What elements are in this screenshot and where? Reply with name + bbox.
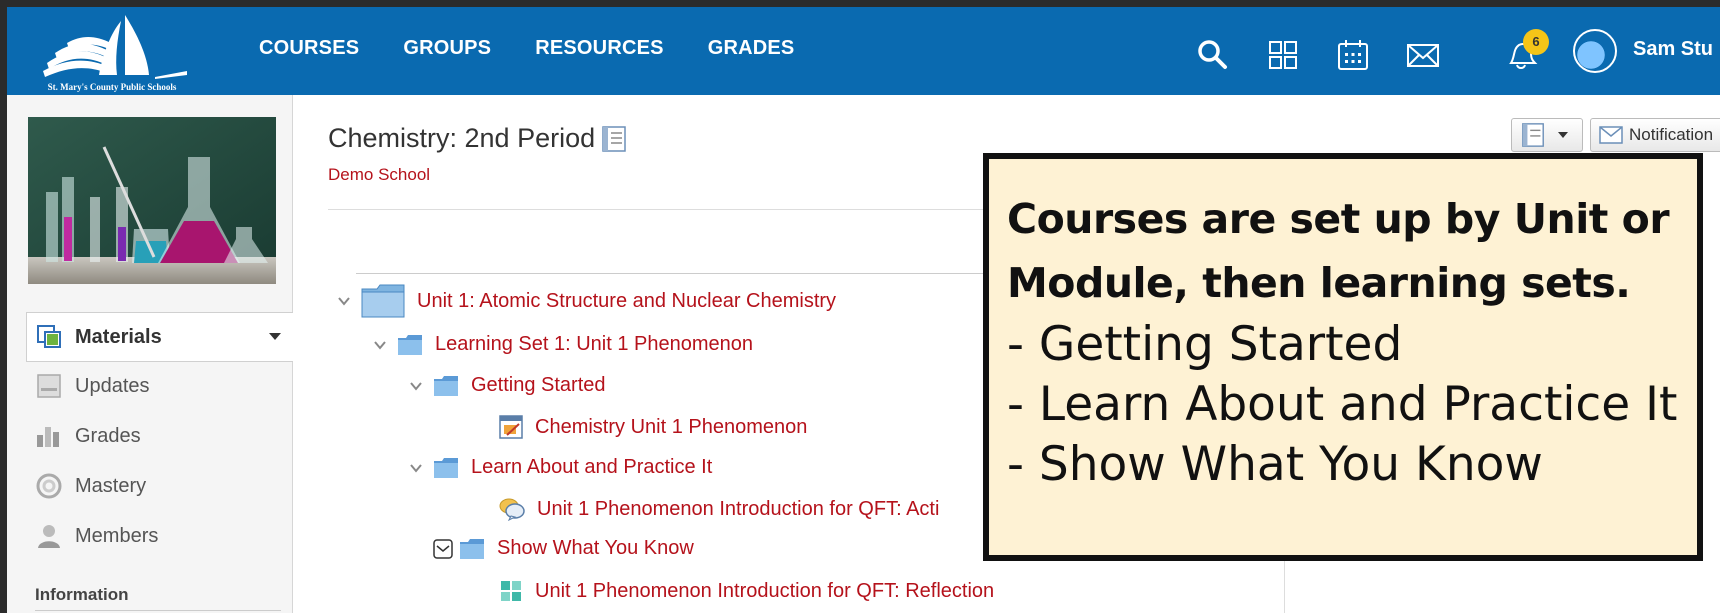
nav-grades[interactable]: GRADES [708,37,795,60]
nav-groups[interactable]: GROUPS [403,37,491,60]
annotation-callout: Courses are set up by Unit or Module, th… [983,153,1703,561]
tree-item-label[interactable]: Learning Set 1: Unit 1 Phenomenon [435,333,753,356]
course-document-icon[interactable] [601,125,627,153]
checkbox-icon[interactable] [433,538,453,559]
sidebar-item-label: Mastery [75,474,147,497]
document-icon [1522,123,1544,147]
callout-bullet: - Getting Started [1007,317,1403,372]
nav-courses[interactable]: COURSES [259,37,359,60]
sidebar-item-label: Grades [75,424,141,447]
tree-item-discussion[interactable]: Unit 1 Phenomenon Introduction for QFT: … [499,497,939,521]
notification-count-badge[interactable]: 6 [1523,29,1549,55]
sidebar-item-mastery[interactable]: Mastery [35,469,146,503]
tree-item-learn-about[interactable]: Learn About and Practice It [409,456,712,479]
sidebar-item-label: Materials [75,325,162,348]
course-title-text: Chemistry: 2nd Period [328,123,596,153]
chevron-down-icon[interactable] [337,294,351,308]
grades-icon [37,427,59,447]
tree-item-label[interactable]: Getting Started [471,374,606,397]
course-image [28,117,276,284]
callout-bullet: - Show What You Know [1007,437,1543,492]
page-title: Chemistry: 2nd Period [328,123,627,154]
chevron-down-icon[interactable] [269,333,281,340]
assignment-icon [499,415,523,439]
sidebar-item-label: Members [75,524,159,547]
tree-item-page[interactable]: Unit 1 Phenomenon Introduction for QFT: … [499,579,994,603]
callout-heading-line-1: Courses are set up by Unit or [1007,195,1670,243]
materials-icon [37,325,61,348]
sidebar-item-label: Updates [75,374,150,397]
tree-item-label[interactable]: Show What You Know [497,537,694,560]
tree-item-label[interactable]: Unit 1 Phenomenon Introduction for QFT: … [537,498,939,521]
folder-icon [361,284,405,318]
tree-item-unit[interactable]: Unit 1: Atomic Structure and Nuclear Che… [337,283,836,319]
apps-grid-icon[interactable] [1265,37,1301,73]
chevron-down-icon[interactable] [409,379,423,393]
page-icon [501,581,521,601]
nav-resources[interactable]: RESOURCES [535,37,664,60]
sidebar-item-materials[interactable]: Materials [35,320,162,354]
mail-icon [1599,126,1623,144]
sidebar-item-members[interactable]: Members [35,519,158,553]
chevron-down-icon[interactable] [409,461,423,475]
notifications-button[interactable]: Notification [1590,118,1720,152]
tree-item-learning-set[interactable]: Learning Set 1: Unit 1 Phenomenon [373,333,753,356]
calendar-icon[interactable] [1335,37,1371,73]
tree-item-label[interactable]: Unit 1: Atomic Structure and Nuclear Che… [417,290,836,313]
course-sidebar: Materials Updates Grades Mastery Members… [7,95,293,613]
members-icon [38,525,60,548]
search-icon[interactable] [1195,37,1231,73]
app-window: St. Mary's County Public Schools COURSES… [7,7,1720,613]
callout-bullet: - Learn About and Practice It [1007,377,1678,432]
course-options-button[interactable] [1511,118,1583,152]
district-logo[interactable]: St. Mary's County Public Schools [27,13,197,93]
tree-item-label[interactable]: Learn About and Practice It [471,456,712,479]
school-name[interactable]: Demo School [328,165,430,185]
tree-item-label[interactable]: Chemistry Unit 1 Phenomenon [535,416,807,439]
information-heading: Information [35,585,129,604]
tree-item-show-what-you-know[interactable]: Show What You Know [433,537,694,560]
sidebar-item-grades[interactable]: Grades [35,419,141,453]
folder-icon [398,334,422,355]
discussion-icon [499,498,525,521]
chevron-down-icon [1558,132,1568,138]
logo-text: St. Mary's County Public Schools [47,82,177,92]
tree-item-assignment[interactable]: Chemistry Unit 1 Phenomenon [499,415,807,439]
notifications-label: Notification [1629,125,1714,144]
main-nav: COURSES GROUPS RESOURCES GRADES [259,37,838,60]
mail-icon[interactable] [1405,37,1441,73]
updates-icon [37,374,61,398]
top-navigation-bar: St. Mary's County Public Schools COURSES… [7,7,1720,95]
folder-icon [460,538,484,559]
divider [35,610,281,611]
callout-heading-line-2: Module, then learning sets. [1007,259,1631,307]
mastery-icon [36,473,62,499]
folder-icon [434,375,458,396]
avatar[interactable] [1573,29,1617,73]
tree-item-label[interactable]: Unit 1 Phenomenon Introduction for QFT: … [535,580,994,603]
tree-item-getting-started[interactable]: Getting Started [409,374,606,397]
folder-icon [434,457,458,478]
user-name[interactable]: Sam Stu [1633,38,1713,61]
chevron-down-icon[interactable] [373,338,387,352]
sidebar-item-updates[interactable]: Updates [35,369,150,403]
